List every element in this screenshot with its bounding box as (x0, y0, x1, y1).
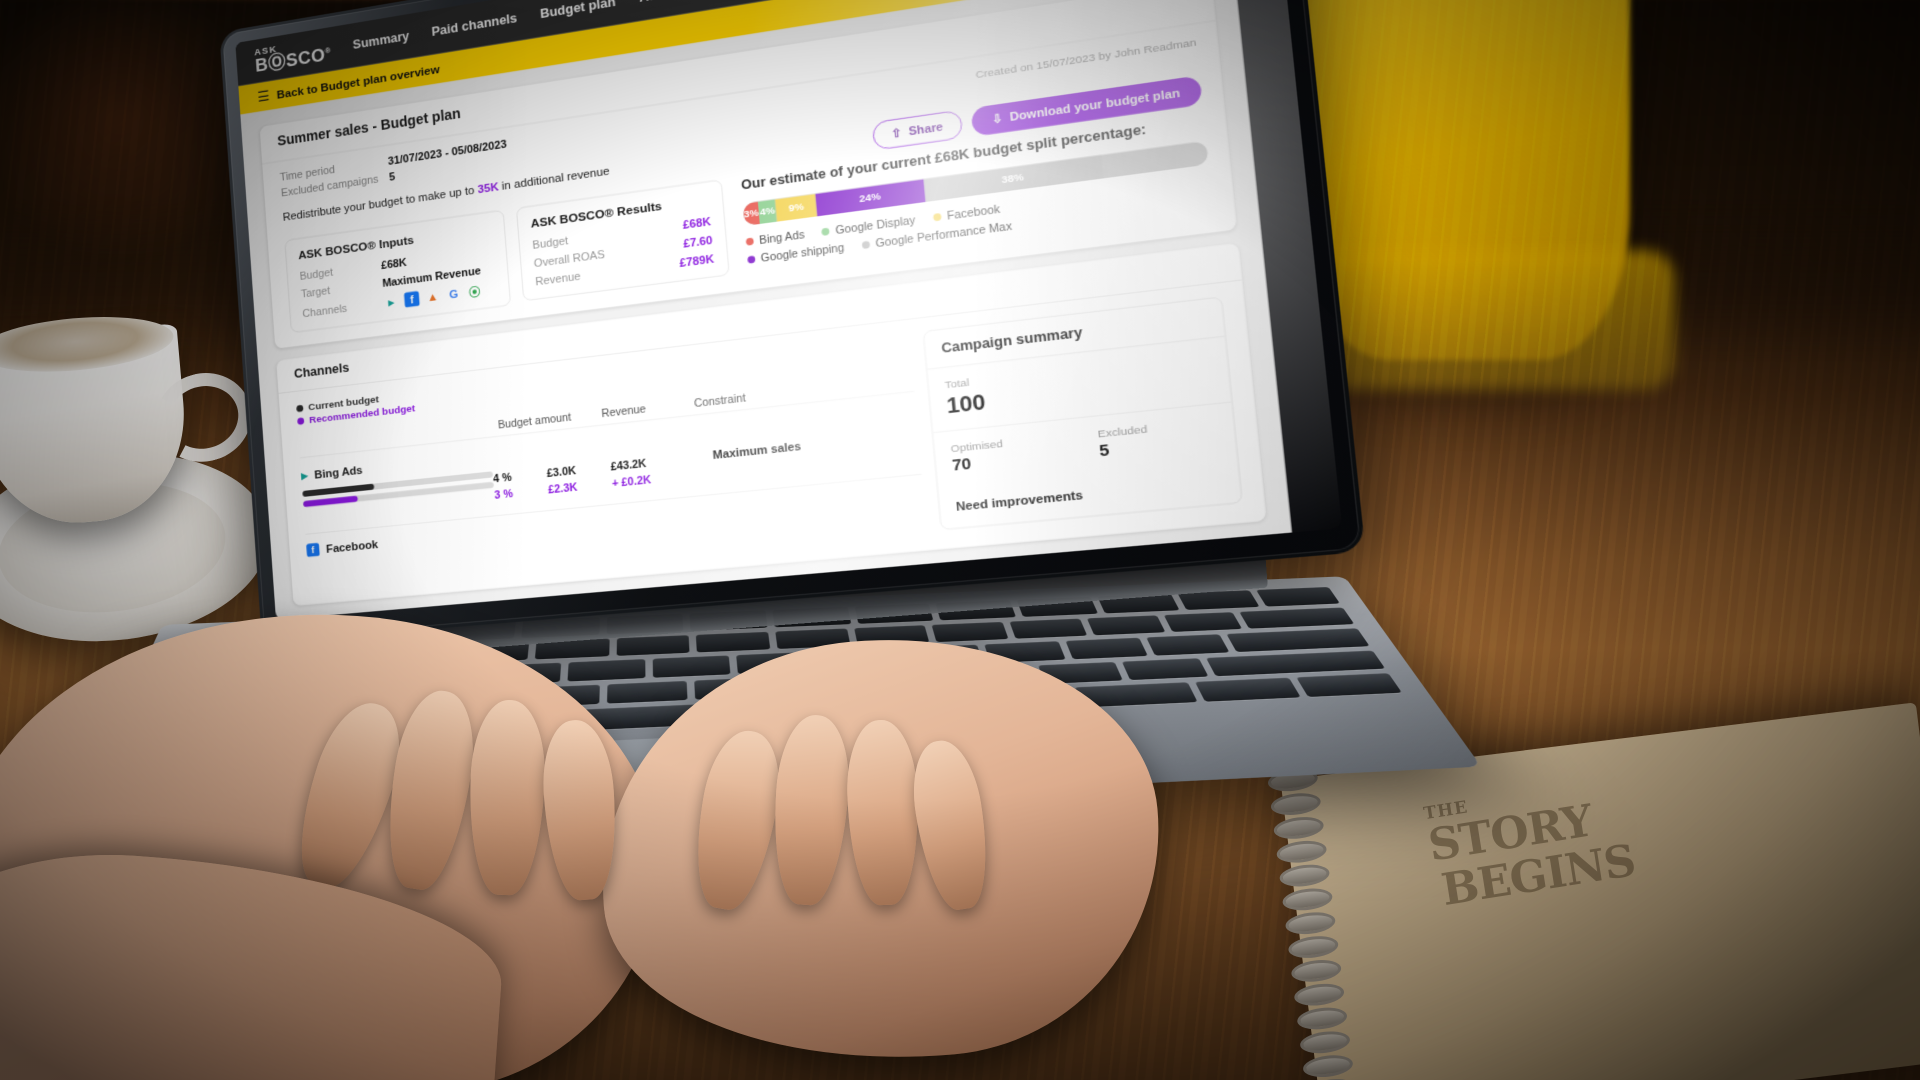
redistribute-amount: 35K (477, 179, 500, 196)
legend-dot-recommended (297, 417, 305, 426)
split-segment-facebook[interactable]: 9% (775, 193, 818, 222)
legend-item-bing-ads: Bing Ads (745, 228, 805, 248)
split-segment-google-display[interactable]: 4% (757, 199, 778, 224)
screen-bezel: ASK BⓄSCO® Summary Paid channels Budget … (235, 0, 1343, 620)
google-analytics-icon: ▲ (426, 289, 439, 304)
legend-dot (745, 237, 754, 246)
legend-dot (821, 227, 831, 236)
split-segment-google-shipping[interactable]: 24% (815, 178, 926, 217)
legend-item-facebook: Facebook (932, 203, 1001, 225)
channel-amounts: £3.0K £2.3K (546, 459, 612, 499)
list-icon: ☰ (256, 88, 270, 105)
inputs-channels-label: Channels (301, 301, 348, 320)
nav-item-paid-channels[interactable]: Paid channels (431, 12, 517, 40)
registered-mark: ® (324, 45, 332, 56)
results-roas-value: £7.60 (682, 233, 714, 251)
bing-ads-icon: ▸ (300, 467, 309, 484)
bing-ads-icon: ▸ (387, 294, 395, 309)
google-shopping-icon: ⦿ (468, 284, 481, 300)
facebook-icon: f (306, 543, 320, 558)
page-content: Summer sales - Budget plan Time period 3… (240, 0, 1290, 607)
google-icon: G (448, 286, 459, 301)
results-revenue-value: £789K (679, 252, 715, 270)
laptop: ASK BⓄSCO® Summary Paid channels Budget … (0, 0, 1920, 1080)
download-icon: ⇩ (991, 112, 1004, 127)
app-window: ASK BⓄSCO® Summary Paid channels Budget … (235, 0, 1294, 620)
nav-item-budget-plan[interactable]: Budget plan (540, 0, 617, 22)
channel-name: Facebook (325, 537, 379, 556)
channel-revenue: £43.2K + £0.2K (610, 448, 715, 492)
legend-dot-current (296, 404, 304, 413)
legend-dot (932, 213, 942, 222)
photo-scene: THE STORY BEGINS ASK BⓄSCO® Summary Paid… (0, 0, 1920, 1080)
campaign-summary-panel: Campaign summary Total 100 Optimised 70 … (922, 296, 1243, 531)
nav-item-summary[interactable]: Summary (352, 29, 409, 52)
channel-percentages: 4 % 3 % (493, 466, 549, 504)
channel-name: Bing Ads (313, 462, 363, 481)
excluded-campaigns-value: 5 (388, 170, 396, 184)
inputs-budget-value: £68K (380, 256, 408, 272)
legend-dot (861, 240, 870, 250)
share-button-label: Share (907, 120, 944, 138)
legend-dot (747, 255, 756, 264)
ask-bosco-logo[interactable]: ASK BⓄSCO® (254, 36, 332, 76)
laptop-lid: ASK BⓄSCO® Summary Paid channels Budget … (219, 0, 1366, 643)
share-upload-icon: ⇧ (890, 126, 903, 141)
results-budget-value: £68K (682, 215, 712, 232)
facebook-icon: f (403, 290, 420, 308)
